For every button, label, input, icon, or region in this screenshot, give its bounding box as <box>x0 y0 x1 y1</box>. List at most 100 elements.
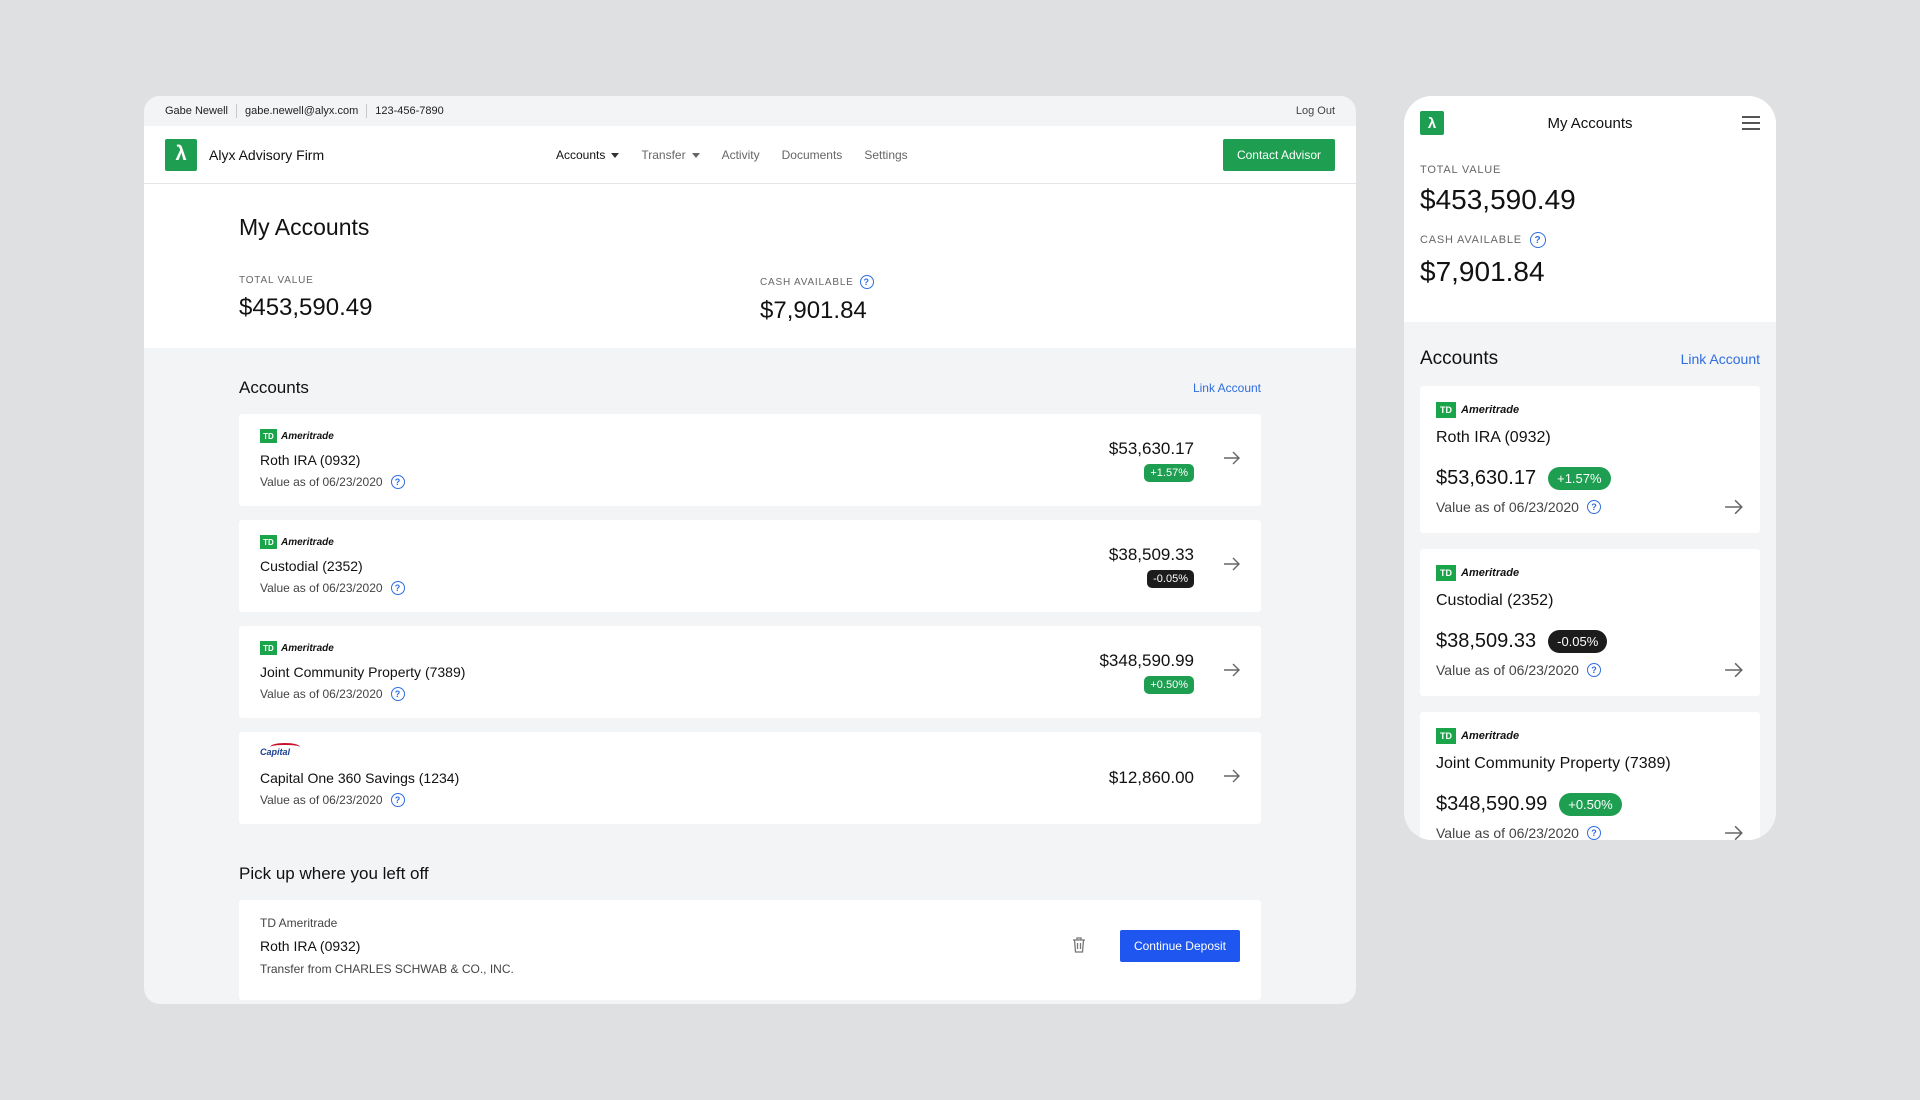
help-icon[interactable]: ? <box>390 581 405 595</box>
nav-settings[interactable]: Settings <box>864 148 907 162</box>
bank-brand: TD Ameritrade <box>1436 565 1519 581</box>
mobile-account-list: TD Ameritrade Roth IRA (0932) $53,630.17 +… <box>1404 386 1776 840</box>
page-title: My Accounts <box>239 214 370 240</box>
continue-deposit-button[interactable]: Continue Deposit <box>1119 930 1240 962</box>
trash-icon[interactable] <box>1071 936 1087 954</box>
change-badge: +1.57% <box>1548 467 1611 490</box>
amount-row: $53,630.17 +1.57% <box>1436 467 1611 490</box>
account-amount: $53,630.17 <box>1108 439 1194 458</box>
account-name: Joint Community Property (7389) <box>260 664 466 680</box>
help-icon[interactable]: ? <box>390 793 405 807</box>
total-value-label: TOTAL VALUE <box>239 275 314 286</box>
value-as-of-row: Value as of 06/23/2020? <box>260 793 405 807</box>
account-name: Roth IRA (0932) <box>1436 429 1551 446</box>
total-value-stat: TOTAL VALUE $453,590.49 <box>239 275 372 322</box>
contact-advisor-button[interactable]: Contact Advisor <box>1222 138 1335 171</box>
value-as-of-row: Value as of 06/23/2020? <box>1436 662 1601 678</box>
account-name: Custodial (2352) <box>1436 592 1554 609</box>
bank-name: Ameritrade <box>281 536 334 548</box>
account-card[interactable]: TD Ameritrade Custodial (2352) Value as o… <box>239 520 1261 612</box>
brand-name[interactable]: Alyx Advisory Firm <box>209 147 324 163</box>
account-card[interactable]: TD Ameritrade Roth IRA (0932) Value as of… <box>239 414 1261 506</box>
logout-link[interactable]: Log Out <box>1296 105 1335 117</box>
help-icon[interactable]: ? <box>1586 663 1601 677</box>
value-as-of: Value as of 06/23/2020 <box>260 475 383 489</box>
accounts-heading: Accounts <box>1420 348 1499 369</box>
nav-transfer[interactable]: Transfer <box>641 148 700 162</box>
cash-available-label-row: CASH AVAILABLE ? <box>760 275 874 289</box>
cash-available-value: $7,901.84 <box>1420 256 1545 287</box>
cash-available-value: $7,901.84 <box>760 297 867 324</box>
arrow-right-icon[interactable] <box>1223 662 1241 678</box>
account-amount: $348,590.99 <box>1436 793 1548 815</box>
lambda-logo-icon[interactable]: λ <box>165 138 197 171</box>
arrow-right-icon[interactable] <box>1223 556 1241 572</box>
td-logo-icon: TD <box>1436 565 1456 581</box>
arrow-right-icon[interactable] <box>1223 768 1241 784</box>
chevron-down-icon <box>611 153 620 159</box>
change-badge: -0.05% <box>1548 630 1608 653</box>
help-icon[interactable]: ? <box>1529 232 1546 248</box>
transfer-detail: Transfer from CHARLES SCHWAB & CO., INC. <box>260 962 514 976</box>
nav-documents[interactable]: Documents <box>782 148 843 162</box>
bank-name: Ameritrade <box>1461 567 1520 579</box>
account-amount: $38,509.33 <box>1436 630 1537 652</box>
hamburger-menu-icon[interactable] <box>1742 116 1760 130</box>
change-badge: +0.50% <box>1559 793 1622 816</box>
nav-accounts-label: Accounts <box>556 148 606 162</box>
summary-panel: My Accounts TOTAL VALUE $453,590.49 CASH… <box>144 184 1356 348</box>
td-logo-icon: TD <box>260 429 277 443</box>
change-badge: -0.05% <box>1147 570 1194 588</box>
value-as-of: Value as of 06/23/2020 <box>260 581 383 595</box>
cash-available-label-row: CASH AVAILABLE? <box>1420 232 1760 248</box>
bank-name: Ameritrade <box>281 642 334 654</box>
td-logo-icon: TD <box>1436 402 1456 418</box>
desktop-window: Gabe Newell gabe.newell@alyx.com 123-456… <box>144 96 1356 1004</box>
value-as-of: Value as of 06/23/2020 <box>260 793 383 807</box>
bank-brand: TD Ameritrade <box>1436 728 1519 744</box>
arrow-right-icon[interactable] <box>1724 824 1744 840</box>
account-card[interactable]: TD Ameritrade Joint Community Property (7… <box>239 626 1261 718</box>
mobile-page-title: My Accounts <box>1547 114 1633 132</box>
account-name: Joint Community Property (7389) <box>1436 755 1671 772</box>
link-account-link[interactable]: Link Account <box>1681 351 1760 367</box>
account-name: Custodial (2352) <box>260 558 363 574</box>
account-card[interactable]: TD Ameritrade Custodial (2352) $38,509.33… <box>1420 549 1760 696</box>
value-as-of: Value as of 06/23/2020 <box>1436 499 1579 515</box>
account-amount: $348,590.99 <box>1099 651 1194 670</box>
td-logo-icon: TD <box>1436 728 1456 744</box>
total-value: $453,590.49 <box>239 294 373 321</box>
bank-brand: TD Ameritrade <box>260 641 334 655</box>
td-logo-icon: TD <box>260 535 277 549</box>
help-icon[interactable]: ? <box>1586 826 1601 840</box>
help-icon[interactable]: ? <box>1586 500 1601 514</box>
arrow-right-icon[interactable] <box>1223 450 1241 466</box>
arrow-right-icon[interactable] <box>1724 498 1744 516</box>
mobile-accounts-header: Accounts Link Account <box>1404 348 1776 370</box>
mobile-summary: λ My Accounts TOTAL VALUE $453,590.49 CA… <box>1404 96 1776 322</box>
total-value-label: TOTAL VALUE <box>1420 164 1502 176</box>
nav-activity[interactable]: Activity <box>722 148 760 162</box>
amount-row: $348,590.99 +0.50% <box>1436 793 1622 816</box>
help-icon[interactable]: ? <box>859 275 874 289</box>
cash-available-label: CASH AVAILABLE <box>1420 234 1522 246</box>
pickup-section: Pick up where you left off TD Ameritrade… <box>239 864 1261 1000</box>
help-icon[interactable]: ? <box>390 475 405 489</box>
account-amount: $38,509.33 <box>1108 545 1194 564</box>
value-as-of-row: Value as of 06/23/2020? <box>260 475 405 489</box>
account-card[interactable]: TD Ameritrade Joint Community Property (7… <box>1420 712 1760 840</box>
account-card[interactable]: Capital Capital One 360 Savings (1234) V… <box>239 732 1261 824</box>
arrow-right-icon[interactable] <box>1724 661 1744 679</box>
nav-accounts[interactable]: Accounts <box>556 148 620 162</box>
link-account-link[interactable]: Link Account <box>1193 381 1261 395</box>
nav-transfer-label: Transfer <box>641 148 686 162</box>
help-icon[interactable]: ? <box>390 687 405 701</box>
user-name: Gabe Newell <box>165 105 228 117</box>
value-as-of-row: Value as of 06/23/2020? <box>1436 825 1601 840</box>
td-logo-icon: TD <box>260 641 277 655</box>
value-as-of: Value as of 06/23/2020 <box>1436 662 1579 678</box>
cash-available-label: CASH AVAILABLE <box>760 276 854 288</box>
bank-brand: Capital <box>260 743 300 757</box>
main-navbar: λ Alyx Advisory Firm Accounts Transfer A… <box>144 126 1356 184</box>
account-card[interactable]: TD Ameritrade Roth IRA (0932) $53,630.17 +… <box>1420 386 1760 533</box>
